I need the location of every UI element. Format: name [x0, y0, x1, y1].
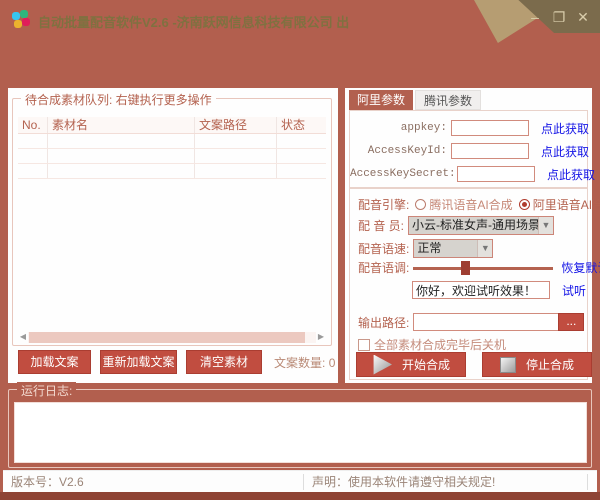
status-bar: 版本号：V2.6 声明：使用本软件请遵守相关规定!: [3, 470, 597, 492]
maximize-icon[interactable]: ❐: [550, 8, 568, 26]
shutdown-checkbox-label[interactable]: 全部素材合成完毕后关机: [374, 336, 506, 353]
accesskeyid-get-link[interactable]: 点此获取: [541, 143, 589, 160]
appkey-get-link[interactable]: 点此获取: [541, 120, 589, 137]
accesskeysecret-field[interactable]: [457, 166, 535, 182]
speaker-select[interactable]: 小云-标准女声-通用场景 ▼: [408, 216, 555, 235]
load-script-button[interactable]: 加载文案: [18, 350, 91, 374]
appkey-field[interactable]: [450, 120, 529, 136]
col-header-name: 素材名: [48, 117, 195, 133]
output-path-field[interactable]: [413, 313, 560, 331]
param-tabs: 阿里参数 腾讯参数: [349, 90, 482, 110]
table-row: [18, 164, 326, 179]
queue-group-title: 待合成素材队列: 右键执行更多操作: [21, 91, 216, 108]
app-window: 自动批量配音软件V2.6 -济南跃网信息科技有限公司 出 – ❐ ✕ 待合成素材…: [0, 0, 600, 500]
titlebar: 自动批量配音软件V2.6 -济南跃网信息科技有限公司 出 – ❐ ✕: [0, 0, 600, 43]
radio-ali-label[interactable]: 阿里语音AI合成: [533, 196, 600, 213]
chevron-down-icon[interactable]: ▼: [538, 217, 554, 234]
stop-icon: [499, 356, 516, 373]
radio-ali-engine[interactable]: [518, 199, 530, 210]
radio-tencent-label[interactable]: 腾讯语音AI合成: [429, 196, 512, 213]
tab-tencent-params[interactable]: 腾讯参数: [415, 90, 482, 110]
material-queue-panel: 待合成素材队列: 右键执行更多操作 No. 素材名 文案路径 状态 ◀ ▶ 加载…: [8, 88, 338, 383]
stop-synthesis-button[interactable]: 停止合成: [482, 352, 592, 377]
resize-grip[interactable]: [587, 473, 597, 490]
minimize-icon[interactable]: –: [526, 8, 544, 26]
api-credentials-box: appkey: 点此获取 AccessKeyId: 点此获取 AccessKey…: [349, 110, 595, 188]
engine-label: 配音引擎:: [358, 198, 410, 212]
accesskeyid-field[interactable]: [450, 143, 529, 159]
pitch-label: 配音语调:: [358, 261, 410, 275]
notice-label: 声明：使用本软件请遵守相关规定!: [312, 475, 496, 489]
script-count-value: 0: [328, 355, 336, 370]
queue-buttons-row: 加载文案 重新加载文案 清空素材 文案数量: 0: [8, 350, 338, 374]
col-header-path: 文案路径: [195, 117, 277, 133]
speaker-label: 配 音 员:: [358, 219, 405, 233]
table-header-row: No. 素材名 文案路径 状态: [18, 117, 326, 134]
clear-material-button[interactable]: 清空素材: [186, 350, 262, 374]
app-logo-icon: [12, 10, 30, 28]
appkey-label: appkey:: [400, 122, 447, 134]
preview-text-field[interactable]: [412, 281, 550, 299]
start-synthesis-button[interactable]: 开始合成: [356, 352, 466, 377]
window-title: 自动批量配音软件V2.6 -济南跃网信息科技有限公司 出: [38, 15, 350, 30]
col-header-status: 状态: [281, 118, 306, 132]
close-icon[interactable]: ✕: [574, 8, 592, 26]
horizontal-scrollbar[interactable]: ◀ ▶: [18, 331, 326, 343]
col-header-no: No.: [18, 117, 48, 133]
speed-select[interactable]: 正常 ▼: [413, 239, 494, 258]
browse-button[interactable]: ...: [558, 313, 585, 331]
script-count-label: 文案数量: 0: [274, 355, 336, 370]
settings-panel: 阿里参数 腾讯参数 appkey: 点此获取 AccessKeyId: 点此获取…: [345, 88, 600, 383]
voice-settings-box: 配音引擎: 腾讯语音AI合成 阿里语音AI合成 配 音 员: 小云-标准女声-通…: [349, 188, 600, 380]
reload-script-button[interactable]: 重新加载文案: [100, 350, 177, 374]
speed-label: 配音语速:: [358, 242, 410, 256]
chevron-down-icon[interactable]: ▼: [477, 240, 493, 257]
accesskeysecret-get-link[interactable]: 点此获取: [547, 166, 595, 183]
accesskeysecret-label: AccessKeySecret:: [350, 168, 456, 180]
shutdown-checkbox[interactable]: [358, 338, 370, 351]
run-log-title: 运行日志:: [17, 382, 77, 399]
pitch-slider[interactable]: [413, 260, 554, 275]
output-path-label: 输出路径:: [358, 315, 410, 330]
scroll-left-icon[interactable]: ◀: [18, 331, 28, 343]
accesskeyid-label: AccessKeyId:: [367, 145, 447, 157]
run-log-textarea[interactable]: [14, 402, 587, 463]
tab-ali-params[interactable]: 阿里参数: [349, 90, 414, 110]
radio-tencent-engine[interactable]: [415, 199, 427, 210]
table-row: [18, 149, 326, 164]
scrollbar-thumb[interactable]: [29, 331, 306, 343]
run-log-groupbox: 运行日志:: [8, 382, 592, 468]
preview-listen-link[interactable]: 试听: [562, 282, 586, 299]
slider-handle[interactable]: [461, 260, 471, 275]
version-label: 版本号：V2.6: [11, 475, 84, 489]
window-bottom-border: [0, 492, 600, 500]
reset-default-link[interactable]: 恢复默认: [561, 259, 600, 276]
material-table[interactable]: No. 素材名 文案路径 状态: [18, 117, 326, 179]
queue-groupbox: 待合成素材队列: 右键执行更多操作 No. 素材名 文案路径 状态 ◀ ▶: [12, 91, 332, 346]
table-row: [18, 134, 326, 149]
window-controls: – ❐ ✕: [526, 8, 592, 26]
scroll-right-icon[interactable]: ▶: [316, 331, 326, 343]
play-icon: [373, 354, 392, 375]
